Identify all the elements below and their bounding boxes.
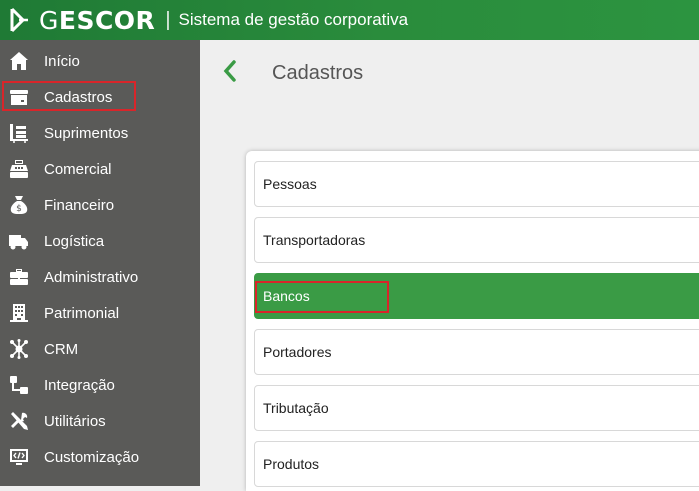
svg-text:$: $ bbox=[16, 204, 22, 214]
brand-letters: ESCOR bbox=[58, 5, 156, 35]
integration-icon bbox=[8, 374, 30, 396]
list-item-produtos[interactable]: Produtos bbox=[254, 441, 699, 487]
back-button[interactable] bbox=[223, 60, 243, 84]
cart-list-icon bbox=[8, 122, 30, 144]
briefcase-icon bbox=[8, 266, 30, 288]
sidebar-item-suprimentos[interactable]: Suprimentos bbox=[0, 115, 200, 151]
sidebar-item-logistica[interactable]: Logística bbox=[0, 223, 200, 259]
list-item-bancos[interactable]: Bancos bbox=[254, 273, 699, 319]
brand-subtitle: Sistema de gestão corporativa bbox=[178, 10, 409, 29]
sidebar-item-label: Logística bbox=[44, 232, 105, 250]
sidebar-item-label: Suprimentos bbox=[44, 124, 129, 142]
sidebar-item-utilitarios[interactable]: Utilitários bbox=[0, 403, 200, 439]
sidebar: Início Cadastros Suprimentos Comercial $… bbox=[0, 40, 200, 486]
cash-register-icon bbox=[8, 158, 30, 180]
brand-letter-g: G bbox=[39, 5, 59, 35]
sidebar-item-administrativo[interactable]: Administrativo bbox=[0, 259, 200, 295]
sidebar-item-comercial[interactable]: Comercial bbox=[0, 151, 200, 187]
register-box-icon bbox=[8, 86, 30, 108]
sidebar-item-patrimonial[interactable]: Patrimonial bbox=[0, 295, 200, 331]
sidebar-item-label: Integração bbox=[44, 376, 115, 394]
building-icon bbox=[8, 302, 30, 324]
page-title: Cadastros bbox=[272, 62, 364, 84]
sidebar-item-financeiro[interactable]: $ Financeiro bbox=[0, 187, 200, 223]
brand-name: GESCOR bbox=[39, 8, 155, 33]
code-screen-icon bbox=[8, 446, 30, 468]
sidebar-item-label: Comercial bbox=[44, 160, 112, 178]
brand-separator: | bbox=[165, 8, 171, 31]
main-content: Cadastros Pessoas Transportadoras Bancos… bbox=[200, 40, 699, 491]
list-item-transportadoras[interactable]: Transportadoras bbox=[254, 217, 699, 263]
sidebar-item-label: Financeiro bbox=[44, 196, 115, 214]
sidebar-item-cadastros[interactable]: Cadastros bbox=[0, 79, 200, 115]
sidebar-item-label: CRM bbox=[44, 340, 79, 358]
sidebar-item-crm[interactable]: CRM bbox=[0, 331, 200, 367]
chevron-left-icon bbox=[223, 60, 236, 82]
list-item-pessoas[interactable]: Pessoas bbox=[254, 161, 699, 207]
sidebar-item-label: Início bbox=[44, 52, 80, 70]
sidebar-item-inicio[interactable]: Início bbox=[0, 43, 200, 79]
sidebar-item-integracao[interactable]: Integração bbox=[0, 367, 200, 403]
cadastros-panel: Pessoas Transportadoras Bancos Portadore… bbox=[246, 151, 699, 491]
top-bar: GESCOR | Sistema de gestão corporativa bbox=[0, 0, 699, 40]
sidebar-item-label: Administrativo bbox=[44, 268, 139, 286]
sidebar-item-label: Cadastros bbox=[44, 88, 113, 106]
sidebar-item-label: Patrimonial bbox=[44, 304, 120, 322]
sidebar-item-customizacao[interactable]: Customização bbox=[0, 439, 200, 475]
sidebar-item-label: Utilitários bbox=[44, 412, 106, 430]
home-icon bbox=[8, 50, 30, 72]
list-item-portadores[interactable]: Portadores bbox=[254, 329, 699, 375]
sidebar-item-label: Customização bbox=[44, 448, 140, 466]
tools-icon bbox=[8, 410, 30, 432]
list-item-tributacao[interactable]: Tributação bbox=[254, 385, 699, 431]
truck-icon bbox=[8, 230, 30, 252]
network-icon bbox=[8, 338, 30, 360]
money-bag-icon: $ bbox=[8, 194, 30, 216]
gescor-logo-icon bbox=[10, 7, 28, 33]
